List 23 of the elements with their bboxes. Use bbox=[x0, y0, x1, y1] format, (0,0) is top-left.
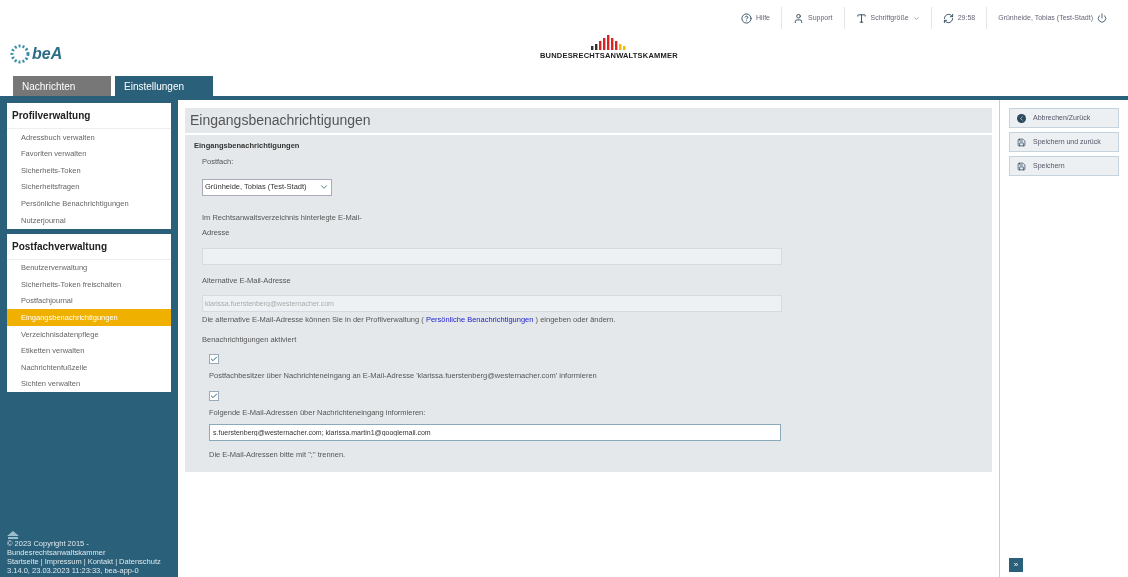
back-icon bbox=[1017, 113, 1026, 123]
person-icon bbox=[793, 12, 804, 24]
power-icon bbox=[1097, 13, 1107, 23]
input-field[interactable] bbox=[202, 247, 782, 265]
save-icon bbox=[1017, 137, 1026, 147]
refresh-icon bbox=[942, 12, 954, 24]
sidebar-heading: Postfachverwaltung bbox=[7, 233, 171, 260]
caret-icon bbox=[912, 14, 920, 22]
checkbox[interactable] bbox=[209, 390, 219, 401]
nav-tab[interactable]: Nachrichten bbox=[13, 76, 111, 96]
page-title: Eingangsbenachrichtigungen bbox=[185, 108, 992, 135]
building-icon bbox=[7, 531, 19, 539]
save-icon bbox=[1017, 161, 1026, 171]
checkbox[interactable] bbox=[209, 354, 219, 365]
sidebar-heading: Profilverwaltung bbox=[7, 103, 171, 129]
expand-button[interactable]: » bbox=[1009, 558, 1023, 572]
check-icon bbox=[210, 355, 218, 364]
caret-icon bbox=[319, 182, 329, 192]
bea-logo: beA bbox=[10, 42, 63, 66]
check-icon bbox=[210, 391, 218, 400]
help-icon bbox=[741, 12, 752, 24]
nav-tab[interactable]: Einstellungen bbox=[115, 76, 213, 96]
text-size-icon bbox=[855, 12, 867, 24]
